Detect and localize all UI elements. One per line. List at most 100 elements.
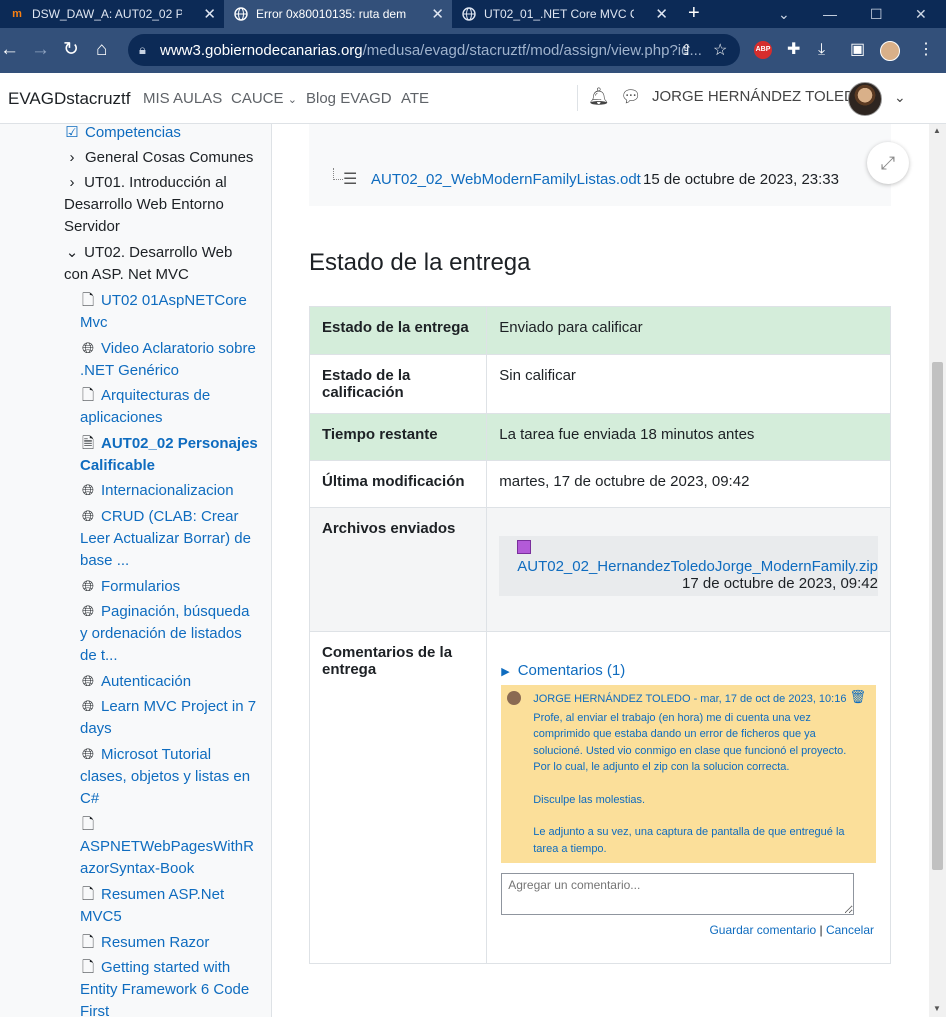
file-icon: 🗋︎ xyxy=(81,886,95,903)
actions-separator: | xyxy=(819,923,823,937)
nav-blog[interactable]: Blog EVAGD xyxy=(306,90,392,107)
sidebar-item[interactable]: 🌐︎ Learn MVC Project in 7 days xyxy=(80,696,258,740)
sidebar-item[interactable]: 🗋︎ Resumen ASP.Net MVC5 xyxy=(80,884,258,928)
browser-tab-2[interactable]: Error 0x80010135: ruta demas ✕ xyxy=(224,0,452,28)
expand-fullscreen-icon[interactable]: ⤢ xyxy=(867,142,909,184)
browser-tab-3[interactable]: UT02_01_.NET Core MVC Con ✕ xyxy=(452,0,676,28)
globe-icon: 🌐︎ xyxy=(81,482,94,499)
sidebar-item[interactable]: 🗋︎ Resumen Razor xyxy=(80,932,258,954)
zip-archive-icon xyxy=(517,540,532,554)
save-comment-link[interactable]: Guardar comentario xyxy=(709,923,816,937)
row-value: AUT02_02_HernandezToledoJorge_ModernFami… xyxy=(486,507,891,632)
table-row: Estado de la entrega Enviado para califi… xyxy=(308,306,891,355)
sidebar-item[interactable]: 🗋︎ Getting started with Entity Framework … xyxy=(80,957,258,1017)
browser-tab-1[interactable]: m DSW_DAW_A: AUT02_02 Perso ✕ xyxy=(0,0,224,28)
tab-search-icon[interactable]: ⌄ xyxy=(778,0,790,28)
add-comment-input[interactable] xyxy=(501,873,855,915)
site-brand[interactable]: EVAGDstacruztf xyxy=(8,89,131,109)
reload-icon[interactable]: ↻ xyxy=(63,38,79,62)
scrollbar-thumb[interactable] xyxy=(932,362,943,870)
table-row: Estado de la calificación Sin calificar xyxy=(308,354,891,414)
globe-icon: 🌐︎ xyxy=(81,673,94,690)
tree-connector xyxy=(333,168,343,180)
sidebar-item[interactable]: 🌐︎ Video Aclaratorio sobre .NET Genérico xyxy=(80,338,258,382)
caret-right-icon: ▶ xyxy=(501,666,510,678)
sidebar-item[interactable]: 🗋︎ UT02 01AspNETCore Mvc xyxy=(80,290,258,334)
sidebar-item[interactable]: 🗋︎ ASPNETWebPagesWithRazorSyntax-Book xyxy=(80,814,258,880)
notifications-bell-icon[interactable]: 🔔︎ xyxy=(588,87,610,107)
sidebar-item[interactable]: 🌐︎ CRUD (CLAB: Crear Leer Actualizar Borr… xyxy=(80,506,258,572)
sidebar-item[interactable]: 🗋︎ Arquitecturas de aplicaciones xyxy=(80,385,258,429)
sidebar-item[interactable]: 🌐︎ Autenticación xyxy=(80,671,258,693)
close-window-icon[interactable]: ✕ xyxy=(915,0,927,28)
tab-title: Error 0x80010135: ruta demas xyxy=(256,7,406,21)
sidebar-section-general[interactable]: › General Cosas Comunes xyxy=(64,147,264,169)
attached-file-link[interactable]: AUT02_02_WebModernFamilyListas.odt xyxy=(371,171,641,188)
row-label: Estado de la calificación xyxy=(308,354,488,414)
nav-cauce[interactable]: CAUCE ⌄ xyxy=(231,90,297,107)
chevron-down-icon: ⌄ xyxy=(65,244,79,261)
table-row: Última modificación martes, 17 de octubr… xyxy=(308,460,891,508)
scroll-down-arrow-icon[interactable]: ▼ xyxy=(933,1004,941,1013)
site-header: EVAGDstacruztf MIS AULAS CAUCE ⌄ Blog EV… xyxy=(0,73,946,124)
globe-icon: 🌐︎ xyxy=(81,340,94,357)
sidebar-item[interactable]: 🌐︎ Paginación, búsqueda y ordenación de l… xyxy=(80,601,258,667)
intro-attachments: ☰ AUT02_02_WebModernFamilyListas.odt 15 … xyxy=(309,124,891,206)
submitted-file: AUT02_02_HernandezToledoJorge_ModernFami… xyxy=(499,536,878,596)
submitted-file-link[interactable]: AUT02_02_HernandezToledoJorge_ModernFami… xyxy=(517,558,878,575)
sidebar-section-ut01[interactable]: › UT01. Introducción al Desarrollo Web E… xyxy=(64,172,244,238)
menu-kebab-icon[interactable]: ⋮ xyxy=(918,40,934,60)
extensions-puzzle-icon[interactable]: ✚ xyxy=(787,40,800,60)
row-value: Enviado para calificar xyxy=(486,306,891,355)
profile-avatar[interactable] xyxy=(880,41,900,61)
sidebar-section-ut02[interactable]: ⌄ UT02. Desarrollo Web con ASP. Net MVC xyxy=(64,242,244,286)
main-content: ☰ AUT02_02_WebModernFamilyListas.odt 15 … xyxy=(273,124,929,1017)
url-text: www3.gobiernodecanarias.org/medusa/evagd… xyxy=(160,42,702,59)
chevron-down-icon[interactable]: ⌄ xyxy=(894,89,906,106)
nav-mis-aulas[interactable]: MIS AULAS xyxy=(143,90,222,107)
table-row: Archivos enviados AUT02_02_HernandezTole… xyxy=(308,507,891,632)
share-icon[interactable]: ⇪ xyxy=(680,41,693,59)
row-value: martes, 17 de octubre de 2023, 09:42 xyxy=(486,460,891,508)
row-label: Tiempo restante xyxy=(308,413,488,461)
sidebar-item[interactable]: 🌐︎ Formularios xyxy=(80,576,258,598)
comment-item: 🗑︎ JORGE HERNÁNDEZ TOLEDO - mar, 17 de o… xyxy=(501,685,876,863)
assignment-icon: 🗎︎ xyxy=(81,435,95,452)
nav-ate[interactable]: ATE xyxy=(401,90,429,107)
globe-icon xyxy=(462,7,476,21)
maximize-icon[interactable]: ☐ xyxy=(870,0,883,28)
comments-toggle[interactable]: ▶ Comentarios (1) xyxy=(501,662,876,679)
minimize-icon[interactable]: — xyxy=(823,0,837,28)
sidebar-item[interactable]: 🌐︎ Microsot Tutorial clases, objetos y li… xyxy=(80,744,258,810)
header-divider xyxy=(577,85,578,111)
adblock-icon[interactable]: ABP xyxy=(754,41,772,59)
address-bar[interactable]: 🔒︎ www3.gobiernodecanarias.org/medusa/ev… xyxy=(128,34,740,66)
new-tab-icon[interactable]: + xyxy=(688,2,700,25)
table-row: Tiempo restante La tarea fue enviada 18 … xyxy=(308,413,891,461)
side-panel-icon[interactable]: ▣ xyxy=(850,40,865,60)
user-name[interactable]: JORGE HERNÁNDEZ TOLEDO xyxy=(652,88,866,105)
chevron-right-icon: › xyxy=(69,149,75,166)
submission-status-table: Estado de la entrega Enviado para califi… xyxy=(308,306,891,964)
close-tab-icon[interactable]: ✕ xyxy=(655,5,668,23)
scroll-up-arrow-icon[interactable]: ▲ xyxy=(933,126,941,135)
user-avatar[interactable] xyxy=(848,82,882,116)
sidebar-item-current[interactable]: 🗎︎ AUT02_02 Personajes Calificable xyxy=(80,433,258,477)
moodle-icon: m xyxy=(12,8,22,20)
comment-text: Le adjunto a su vez, una captura de pant… xyxy=(533,826,845,855)
commenter-avatar xyxy=(507,691,522,705)
close-tab-icon[interactable]: ✕ xyxy=(203,5,216,23)
back-icon[interactable]: ← xyxy=(0,38,19,62)
sidebar-item-competencias[interactable]: ☑ Competencias xyxy=(64,124,264,144)
close-tab-icon[interactable]: ✕ xyxy=(431,5,444,23)
download-icon[interactable]: ⤓ xyxy=(818,40,825,60)
bookmark-star-icon[interactable]: ☆ xyxy=(713,40,727,60)
forward-icon[interactable]: → xyxy=(31,38,50,62)
messages-chat-icon[interactable]: 💬︎ xyxy=(620,87,642,107)
chevron-right-icon: › xyxy=(69,174,75,191)
home-icon[interactable]: ⌂ xyxy=(96,38,107,62)
sidebar-item[interactable]: 🌐︎ Internacionalizacion xyxy=(80,480,258,502)
cancel-comment-link[interactable]: Cancelar xyxy=(826,923,874,937)
globe-icon: 🌐︎ xyxy=(81,603,94,620)
delete-trash-icon[interactable]: 🗑︎ xyxy=(849,689,866,706)
